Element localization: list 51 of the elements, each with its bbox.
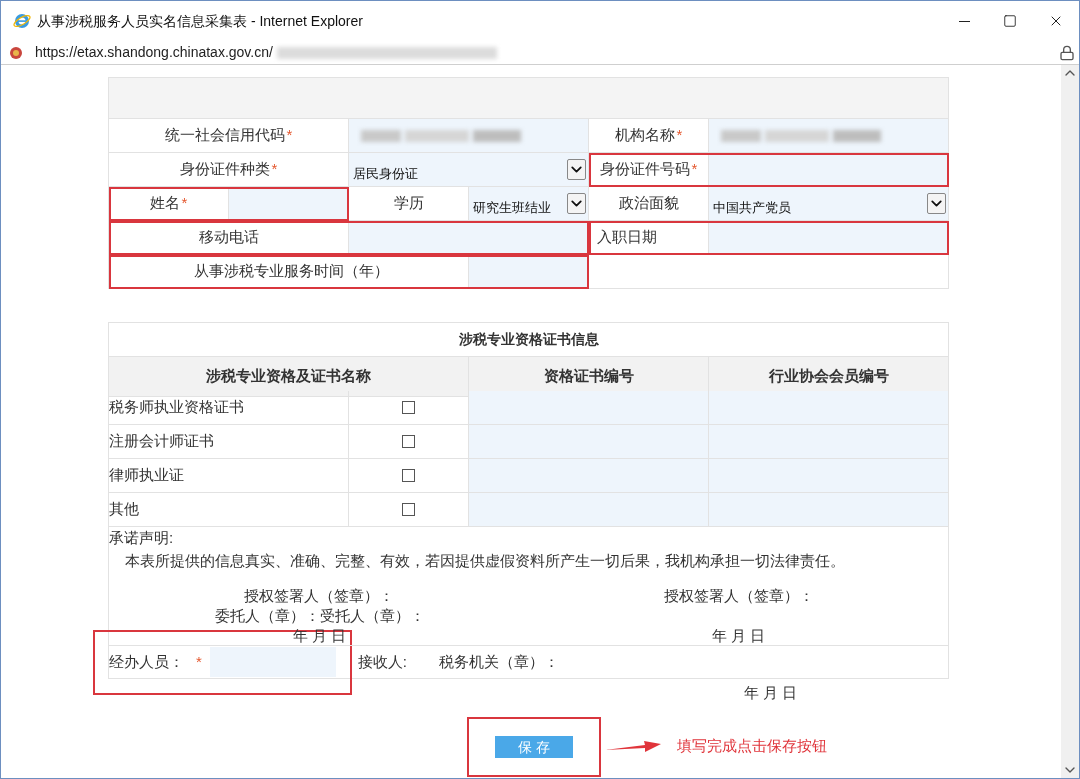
statement-text: 本表所提供的信息真实、准确、完整、有效，若因提供虚假资料所产生一切后果，我机构承担一切法律责任。 bbox=[124, 550, 846, 571]
certificate-name: 注册会计师证书 bbox=[109, 425, 349, 459]
window-title: 从事涉税服务人员实名信息采集表 - Internet Explorer bbox=[37, 11, 363, 31]
certificate-name: 律师执业证 bbox=[109, 459, 349, 493]
input-field[interactable] bbox=[209, 647, 336, 677]
date-label: 年 月 日 bbox=[293, 626, 347, 646]
required-mark: * bbox=[691, 159, 698, 180]
dropdown-icon bbox=[567, 193, 586, 214]
input-field[interactable] bbox=[709, 459, 949, 493]
input-field[interactable] bbox=[469, 391, 709, 425]
select-field[interactable]: 中国共产党员 bbox=[709, 187, 949, 221]
required-mark: * bbox=[271, 159, 278, 180]
date-label: 年 月 日 bbox=[712, 626, 766, 646]
input-field[interactable] bbox=[469, 459, 709, 493]
dropdown-icon bbox=[567, 159, 586, 180]
column-header: 涉税专业资格及证书名称 bbox=[109, 357, 469, 397]
required-mark: * bbox=[676, 125, 683, 146]
input-field[interactable] bbox=[709, 425, 949, 459]
required-mark: * bbox=[286, 125, 293, 146]
select-field[interactable]: 研究生班结业 bbox=[469, 187, 589, 221]
address-bar[interactable]: https://etax.shandong.chinatax.gov.cn/ bbox=[1, 41, 1079, 65]
checkbox[interactable] bbox=[402, 401, 415, 414]
field-label: 经办人员： bbox=[109, 651, 184, 672]
certificate-name: 其他 bbox=[109, 493, 349, 527]
scrollbar[interactable] bbox=[1061, 65, 1079, 778]
emblem-icon bbox=[9, 45, 23, 60]
checkbox[interactable] bbox=[402, 435, 415, 448]
input-field[interactable] bbox=[709, 391, 949, 425]
input-field[interactable] bbox=[709, 493, 949, 527]
date-label: 年 月 日 bbox=[744, 683, 798, 703]
lock-icon bbox=[1059, 44, 1075, 61]
select-field[interactable]: 居民身份证 bbox=[349, 153, 589, 187]
minimize-icon bbox=[958, 20, 970, 22]
tax-office-label: 税务机关（章）： bbox=[439, 651, 559, 672]
input-field[interactable] bbox=[469, 493, 709, 527]
required-mark: * bbox=[181, 193, 188, 214]
statement-heading: 承诺声明: bbox=[109, 528, 175, 548]
maximize-icon bbox=[1003, 14, 1017, 28]
required-mark: * bbox=[196, 651, 202, 672]
checkbox[interactable] bbox=[402, 469, 415, 482]
delegate-label: 委托人（章）：受托人（章）： bbox=[215, 606, 425, 626]
receiver-label: 接收人: bbox=[357, 651, 407, 672]
url-text: https://etax.shandong.chinatax.gov.cn/ bbox=[35, 43, 273, 62]
callout-text: 填写完成点击保存按钮 bbox=[677, 736, 827, 757]
dropdown-icon bbox=[927, 193, 946, 214]
checkbox[interactable] bbox=[402, 503, 415, 516]
input-field[interactable] bbox=[469, 425, 709, 459]
signer-label: 授权签署人（签章）： bbox=[664, 586, 814, 606]
signer-label: 授权签署人（签章）： bbox=[244, 586, 394, 606]
certificate-name: 税务师执业资格证书 bbox=[109, 391, 349, 425]
browser-logo-icon bbox=[13, 12, 31, 30]
